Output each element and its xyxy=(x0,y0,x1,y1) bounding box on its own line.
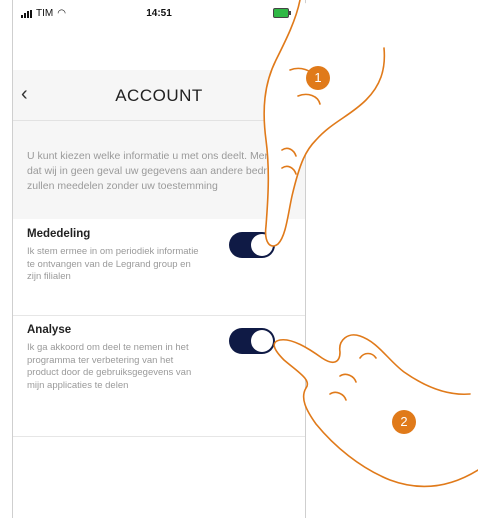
callout-badge-1: 1 xyxy=(306,66,330,90)
callout-badge-2: 2 xyxy=(392,410,416,434)
hand-illustrations xyxy=(263,0,478,488)
hand-1-outline xyxy=(263,0,386,247)
